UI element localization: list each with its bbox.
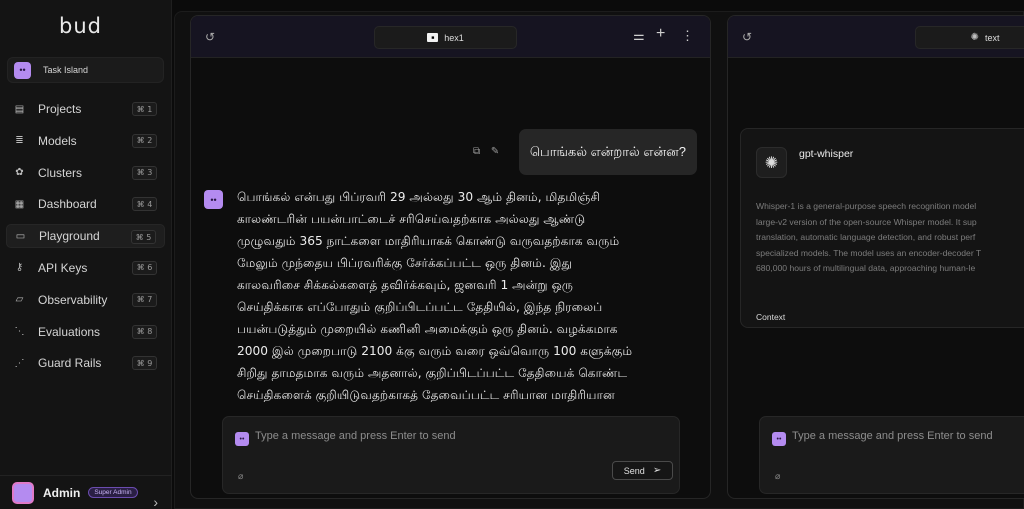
sidebar-item-playground[interactable]: ▭ Playground ⌘ 5 [6, 224, 165, 249]
attach-icon[interactable]: ⌀ [238, 471, 243, 482]
description-line: specialized models. The model uses an en… [756, 247, 982, 258]
sidebar-item-api-keys[interactable]: ⚷ API Keys ⌘ 6 [6, 256, 165, 280]
role-badge: Super Admin [88, 487, 138, 498]
openai-logo-icon: ✺ [970, 32, 979, 43]
composer-avatar-icon: •• [772, 432, 786, 446]
user-profile[interactable]: Admin Super Admin › [0, 475, 172, 509]
sidebar-item-label: API Keys [38, 260, 88, 275]
sidebar-item-observability[interactable]: ▱ Observability ⌘ 7 [6, 288, 165, 312]
folder-icon: ▱ [15, 294, 24, 306]
sidebar-item-dashboard[interactable]: ▦ Dashboard ⌘ 4 [6, 192, 165, 216]
sidebar: bud •• Task Island ▤ Projects ⌘ 1 ≣ Mode… [0, 0, 172, 509]
chat-panel-2: ↺ ✺ text ✺ gpt-whisper Whisper-1 is a ge… [727, 15, 1024, 499]
sidebar-item-label: Guard Rails [38, 356, 102, 371]
app-root: bud •• Task Island ▤ Projects ⌘ 1 ≣ Mode… [0, 0, 1024, 509]
database-icon: ≣ [15, 135, 24, 147]
sidebar-item-label: Playground [39, 229, 100, 244]
shortcut-badge: ⌘ 8 [132, 324, 157, 339]
add-icon[interactable]: + [656, 25, 665, 43]
file-icon: ▤ [14, 103, 25, 115]
settings-sliders-icon[interactable]: ⚌ [633, 28, 645, 44]
send-button[interactable]: Send ➢ [612, 461, 673, 480]
more-options-icon[interactable]: ⋮ [681, 28, 694, 44]
copy-icon[interactable]: ⧉ [473, 146, 480, 157]
model-selector[interactable]: ■ hex1 [374, 26, 517, 49]
guard-icon: ⋰ [14, 357, 25, 369]
message-composer: •• ⌀ Send ➢ [222, 416, 680, 494]
shortcut-badge: ⌘ 1 [132, 102, 157, 116]
panel-header: ↺ ■ hex1 ⚌ + ⋮ [191, 16, 710, 58]
history-icon[interactable]: ↺ [742, 30, 752, 44]
model-selector[interactable]: ✺ text [915, 26, 1024, 49]
sidebar-item-label: Models [38, 133, 77, 148]
project-avatar-icon: •• [14, 61, 31, 79]
user-message: பொங்கல் என்றால் என்ன? [518, 129, 697, 175]
chat-icon: ▭ [15, 230, 26, 242]
model-tab-label: text [984, 32, 1000, 43]
shortcut-badge: ⌘ 6 [132, 260, 157, 275]
sidebar-item-label: Dashboard [38, 197, 97, 212]
sidebar-item-label: Projects [38, 102, 82, 116]
shortcut-badge: ⌘ 4 [132, 197, 157, 212]
project-selector[interactable]: •• Task Island [7, 57, 164, 83]
cluster-icon: ✿ [15, 167, 24, 179]
chevron-right-icon[interactable]: › [153, 494, 158, 509]
message-tools: ⧉ ✎ [473, 146, 507, 157]
edit-icon[interactable]: ✎ [491, 146, 499, 157]
openai-logo-icon: ✺ [756, 147, 787, 178]
assistant-message: பொங்கல் என்பது பிப்ரவரி 29 அல்லது 30 ஆம்… [237, 190, 633, 402]
model-info-card: ✺ gpt-whisper Whisper-1 is a general-pur… [740, 128, 1024, 328]
model-description: Whisper-1 is a general-purpose speech re… [756, 199, 1024, 277]
sidebar-item-label: Evaluations [38, 324, 101, 339]
shortcut-badge: ⌘ 9 [132, 356, 157, 371]
chat-panel-1: ↺ ■ hex1 ⚌ + ⋮ ⧉ ✎ பொங்கல் என்றால் என்ன?… [190, 15, 711, 499]
model-logo-icon: ■ [427, 33, 439, 42]
avatar [12, 481, 34, 504]
model-name: gpt-whisper [799, 148, 854, 160]
user-name: Admin [43, 485, 81, 500]
sidebar-item-projects[interactable]: ▤ Projects ⌘ 1 [6, 97, 165, 121]
message-input[interactable] [792, 430, 1024, 442]
send-button-label: Send [623, 465, 645, 476]
description-line: 680,000 hours of multilingual data, appr… [756, 263, 976, 273]
sidebar-item-models[interactable]: ≣ Models ⌘ 2 [6, 129, 165, 153]
flow-icon: ⋱ [14, 326, 25, 338]
model-tab-label: hex1 [444, 32, 464, 43]
attach-icon[interactable]: ⌀ [775, 471, 780, 482]
description-line: large-v2 version of the open-source Whis… [756, 216, 977, 227]
sidebar-item-clusters[interactable]: ✿ Clusters ⌘ 3 [6, 161, 165, 185]
sidebar-item-evaluations[interactable]: ⋱ Evaluations ⌘ 8 [6, 320, 165, 344]
context-label: Context [756, 312, 786, 322]
description-line: Whisper-1 is a general-purpose speech re… [756, 201, 977, 211]
history-icon[interactable]: ↺ [205, 30, 215, 44]
shortcut-badge: ⌘ 5 [131, 230, 156, 245]
key-icon: ⚷ [15, 262, 24, 274]
message-composer: •• ⌀ [759, 416, 1024, 494]
logo: bud [59, 14, 102, 38]
sidebar-item-label: Clusters [38, 165, 83, 180]
shortcut-badge: ⌘ 3 [132, 165, 157, 180]
sidebar-nav: ▤ Projects ⌘ 1 ≣ Models ⌘ 2 ✿ Clusters ⌘… [6, 97, 165, 383]
panel-header: ↺ ✺ text [728, 16, 1024, 58]
send-arrow-icon: ➢ [652, 465, 662, 476]
shortcut-badge: ⌘ 7 [132, 292, 157, 307]
assistant-avatar-icon: •• [204, 190, 223, 209]
project-label: Task Island [43, 65, 89, 75]
sidebar-item-guard-rails[interactable]: ⋰ Guard Rails ⌘ 9 [6, 351, 165, 375]
shortcut-badge: ⌘ 2 [132, 133, 157, 148]
grid-icon: ▦ [14, 198, 25, 210]
sidebar-item-label: Observability [38, 292, 108, 307]
message-input[interactable] [255, 430, 635, 442]
description-line: translation, automatic language detectio… [756, 232, 976, 242]
composer-avatar-icon: •• [235, 432, 249, 446]
